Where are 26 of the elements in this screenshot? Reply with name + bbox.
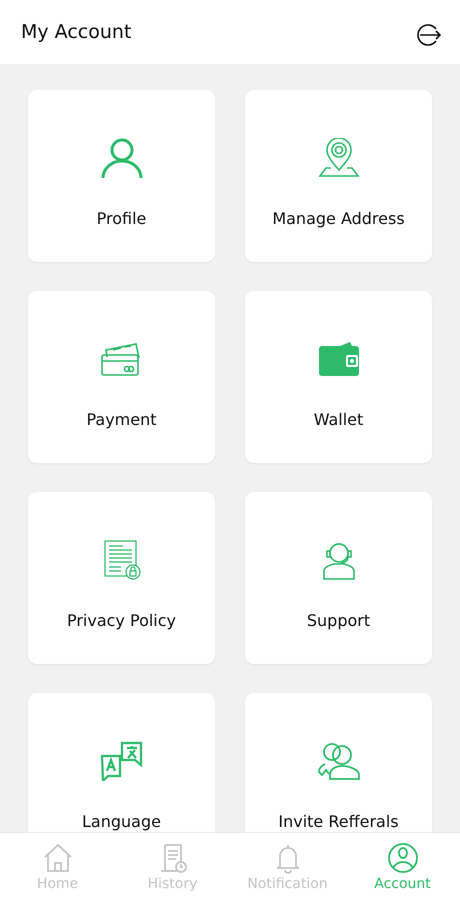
page-title: My Account [21, 21, 132, 43]
location-pin-icon [318, 138, 360, 178]
card-label: Support [306, 612, 370, 629]
user-circle-icon [386, 842, 418, 874]
logout-icon[interactable] [416, 23, 442, 47]
translate-icon [100, 741, 144, 781]
card-label: Invite Refferals [278, 813, 399, 830]
menu-card[interactable]: Language [28, 693, 215, 832]
person-icon [100, 136, 144, 180]
card-label: Wallet [314, 411, 364, 428]
card-label: Manage Address [272, 210, 405, 227]
menu-card[interactable]: Support [245, 492, 432, 664]
home-icon [42, 842, 74, 874]
people-icon [316, 741, 360, 781]
card-label: Privacy Policy [66, 612, 176, 629]
menu-card[interactable]: Invite Refferals [245, 693, 432, 832]
menu-card[interactable]: Privacy Policy [28, 492, 215, 664]
menu-card[interactable]: Profile [28, 90, 215, 262]
menu-card[interactable]: Wallet [245, 291, 432, 463]
menu-card[interactable]: Payment [28, 291, 215, 463]
document-lock-icon [102, 539, 142, 581]
wallet-icon [318, 340, 360, 378]
card-label: Payment [86, 411, 157, 428]
card-label: Language [82, 813, 161, 830]
menu-card[interactable]: Manage Address [245, 90, 432, 262]
card-label: Profile [96, 210, 146, 227]
